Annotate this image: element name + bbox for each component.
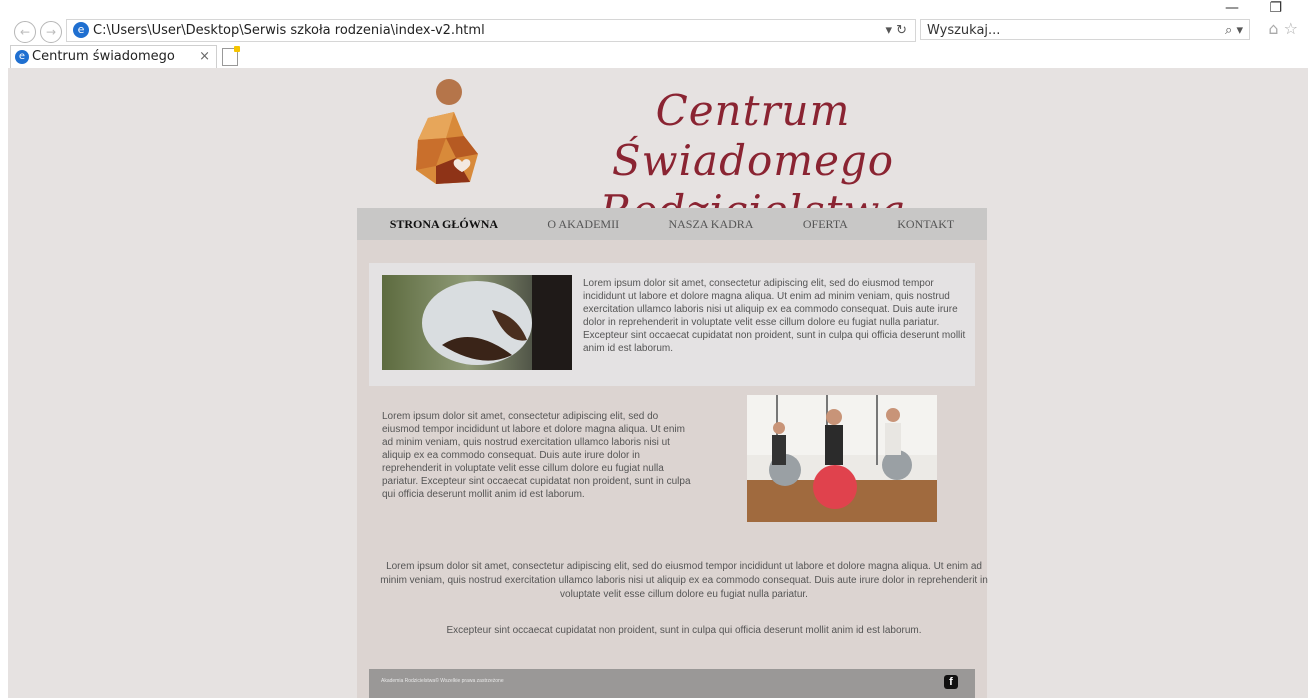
content-container: STRONA GŁÓWNA O AKADEMII NASZA KADRA OFE…: [357, 208, 988, 698]
intro-box: Lorem ipsum dolor sit amet, consectetur …: [369, 263, 975, 386]
browser-tab[interactable]: eCentrum świadomego rodzic... ×: [10, 45, 217, 86]
address-text: C:\Users\User\Desktop\Serwis szkoła rodz…: [93, 23, 485, 38]
new-tab-button[interactable]: [222, 46, 240, 66]
search-icon[interactable]: ⌕ ▾: [1225, 20, 1243, 41]
search-input[interactable]: Wyszukaj...: [927, 23, 1000, 38]
facebook-icon[interactable]: f: [944, 675, 958, 689]
window-controls: — ❐: [1199, 0, 1282, 16]
refresh-dropdown-icon[interactable]: ▾ ↻: [885, 20, 907, 41]
tab-ie-icon: e: [15, 50, 29, 64]
home-favorites-icon[interactable]: ⌂ ☆: [1268, 19, 1298, 38]
menu-item-offer[interactable]: OFERTA: [803, 217, 848, 232]
page-icon: e: [73, 22, 89, 38]
main-menu: STRONA GŁÓWNA O AKADEMII NASZA KADRA OFE…: [357, 208, 987, 240]
menu-item-contact[interactable]: KONTAKT: [897, 217, 954, 232]
site-title-line1: Centrum Świadomego: [611, 86, 895, 185]
logo-image: [416, 79, 478, 184]
menu-item-about[interactable]: O AKADEMII: [547, 217, 619, 232]
tab-close-icon[interactable]: ×: [199, 46, 210, 68]
body-paragraph-3: Excepteur sint occaecat cupidatat non pr…: [446, 625, 922, 636]
forward-arrow-icon[interactable]: →: [40, 21, 62, 43]
intro-paragraph: Lorem ipsum dolor sit amet, consectetur …: [583, 278, 966, 354]
menu-item-home[interactable]: STRONA GŁÓWNA: [390, 217, 498, 232]
pregnant-belly-photo: [382, 275, 572, 370]
search-bar[interactable]: Wyszukaj... ⌕ ▾: [920, 19, 1250, 40]
page-footer: Akademia Rodzicielstwa© Wszelkie prawa z…: [369, 669, 975, 698]
minimize-button[interactable]: —: [1225, 0, 1239, 16]
fitness-ball-class-photo: [747, 395, 937, 522]
back-arrow-icon[interactable]: ←: [14, 21, 36, 43]
web-page: Centrum Świadomego Rodzicielstwa STRONA …: [8, 68, 1308, 698]
body-paragraph-1: Lorem ipsum dolor sit amet, consectetur …: [382, 411, 691, 500]
address-bar[interactable]: e C:\Users\User\Desktop\Serwis szkoła rod…: [66, 19, 916, 42]
copyright-text: Akademia Rodzicielstwa© Wszelkie prawa z…: [381, 678, 504, 684]
menu-item-team[interactable]: NASZA KADRA: [668, 217, 753, 232]
restore-button[interactable]: ❐: [1269, 0, 1282, 16]
body-paragraph-2: Lorem ipsum dolor sit amet, consectetur …: [380, 561, 988, 600]
browser-chrome: — ❐ ← → e C:\Users\User\Desktop\Serwis sz…: [0, 0, 1308, 86]
